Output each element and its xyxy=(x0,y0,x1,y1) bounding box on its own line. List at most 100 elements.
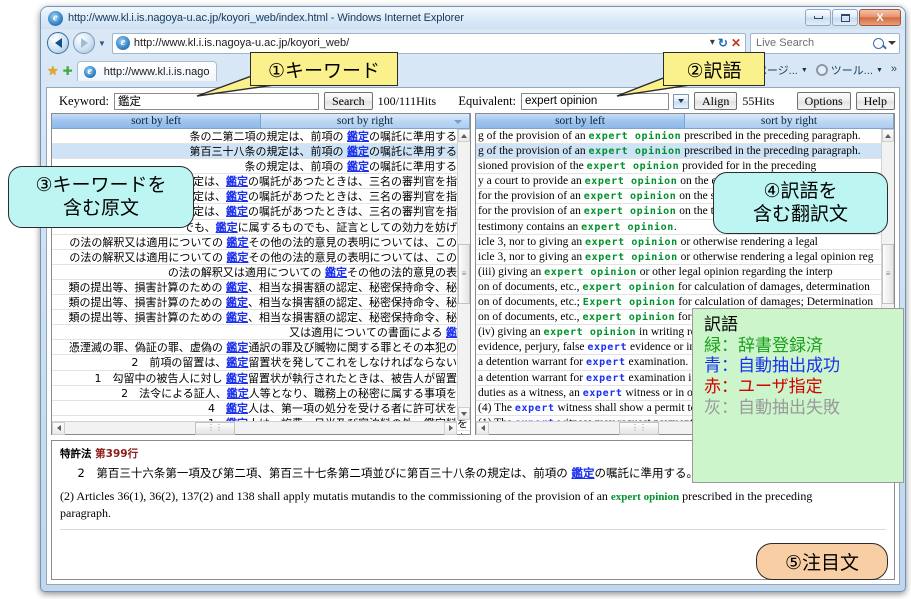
table-row[interactable]: 第百三十八条の規定は、前項の 鑑定の嘱託に準用する。 xyxy=(52,144,470,160)
equivalent-input[interactable]: expert opinion xyxy=(521,92,670,110)
callout-4-translation-text: ④訳語を 含む翻訳文 xyxy=(713,172,888,234)
scroll-up-icon[interactable] xyxy=(882,129,894,142)
scroll-left-icon[interactable] xyxy=(52,421,65,435)
table-row[interactable]: (iii) giving an expert opinion or other … xyxy=(476,265,894,280)
site-icon xyxy=(115,36,130,50)
table-row[interactable]: g of the provision of an expert opinion … xyxy=(476,144,894,160)
gear-icon xyxy=(815,64,828,76)
tab-title: http://www.kl.i.is.nago xyxy=(103,65,210,78)
table-row[interactable]: 又は適用についての書面による 鑑定 xyxy=(52,325,470,341)
live-search-box[interactable]: Live Search xyxy=(750,32,900,54)
source-vertical-scrollbar[interactable]: ≡ xyxy=(457,129,470,420)
sort-by-right-header[interactable]: sort by right xyxy=(261,114,470,129)
window-controls: X xyxy=(805,9,901,26)
options-button[interactable]: Options xyxy=(796,92,851,110)
detail-jp-post: の嘱託に準用する。 xyxy=(594,466,698,480)
search-input[interactable]: Live Search xyxy=(756,37,873,49)
address-bar[interactable]: http://www.kl.i.is.nagoya-u.ac.jp/koyori… xyxy=(111,32,746,54)
detail-translation-sentence: (2) Articles 36(1), 36(2), 137(2) and 13… xyxy=(60,488,840,521)
table-row[interactable]: 類の提出等、損害計算のための 鑑定、相当な損害額の認定、秘密保持命令、秘密 xyxy=(52,280,470,296)
table-row[interactable]: 4 鑑定人は、第一項の処分を受ける者に許可状を示 xyxy=(52,401,470,416)
equivalent-highlight: expert opinion xyxy=(544,266,637,278)
minimize-button[interactable] xyxy=(805,9,831,26)
callout-2-equivalent: ②訳語 xyxy=(663,52,765,86)
keyword-highlight: 鑑定 xyxy=(226,356,249,370)
search-provider-chevron-icon[interactable] xyxy=(888,41,896,45)
table-row[interactable]: icle 3, nor to giving an expert opinion … xyxy=(476,235,894,250)
source-horizontal-scrollbar[interactable]: ⋮⋮ xyxy=(52,421,457,435)
add-favorite-icon[interactable]: ✚ xyxy=(63,65,73,81)
legend-gray: 灰：自動抽出失敗 xyxy=(704,397,840,418)
equivalent-highlight: Expert opinion xyxy=(582,297,676,309)
sort-by-right-header[interactable]: sort by right xyxy=(685,114,894,129)
stop-icon[interactable]: ✕ xyxy=(731,36,741,50)
equivalent-label: Equivalent: xyxy=(458,93,517,108)
table-row[interactable]: 類の提出等、損害計算のための 鑑定、相当な損害額の認定、秘密保持命令、秘密 xyxy=(52,295,470,311)
equivalent-highlight: expert opinion xyxy=(586,161,680,173)
favorites-tab-row: ★ ✚ http://www.kl.i.is.nago ページ... ▼ ツール… xyxy=(41,57,905,81)
table-row[interactable]: 2 前項の留置は、鑑定留置状を発してこれをしなければならない。 xyxy=(52,355,470,371)
back-button[interactable] xyxy=(47,32,69,54)
equivalent-dropdown-chevron-icon[interactable] xyxy=(673,93,690,109)
h-scroll-thumb[interactable]: ⋮⋮ xyxy=(619,421,659,435)
keyword-highlight: 鑑定 xyxy=(226,341,249,355)
keyword-highlight: 鑑定 xyxy=(226,386,249,400)
address-dropdown-icon[interactable]: ▾ xyxy=(710,38,715,48)
target-pane-header: sort by left sort by right xyxy=(476,114,894,129)
table-row[interactable]: の法の解釈又は適用についての 鑑定その他の法的意見の表明については、この限 xyxy=(52,250,470,265)
forward-button[interactable] xyxy=(73,32,95,54)
table-row[interactable]: の法の解釈又は適用についての 鑑定その他の法的意見の表明については、この限 xyxy=(52,235,470,250)
keyword-value: 鑑定 xyxy=(118,94,141,108)
scroll-thumb[interactable]: ≡ xyxy=(458,244,470,304)
browser-tab[interactable]: http://www.kl.i.is.nago xyxy=(76,61,217,81)
legend-green: 緑：辞書登録済 xyxy=(704,335,823,356)
search-toolbar: Keyword: 鑑定 Search 100/111Hits Equivalen… xyxy=(47,88,899,112)
equivalent-highlight: expert opinion xyxy=(588,131,682,142)
scroll-thumb[interactable]: ≡ xyxy=(882,244,894,304)
scroll-right-icon[interactable] xyxy=(444,421,457,435)
keyword-highlight: 鑑定 xyxy=(226,401,248,415)
keyword-highlight: 鑑定 xyxy=(226,175,248,189)
help-button[interactable]: Help xyxy=(855,92,895,110)
equivalent-highlight: expert xyxy=(585,357,626,369)
keyword-highlight: 鑑定 xyxy=(226,235,249,249)
browser-window: http://www.kl.i.is.nagoya-u.ac.jp/koyori… xyxy=(40,6,906,592)
table-row[interactable]: on of documents, etc., expert opinion fo… xyxy=(476,280,894,296)
tools-menu-button[interactable]: ツール... ▼ xyxy=(815,62,883,78)
table-row[interactable]: icle 3, nor to giving an expert opinion … xyxy=(476,250,894,265)
maximize-button[interactable] xyxy=(832,9,858,26)
sort-by-left-header[interactable]: sort by left xyxy=(476,114,685,129)
scroll-up-icon[interactable] xyxy=(458,129,470,142)
table-row[interactable]: 1 勾留中の被告人に対し 鑑定留置状が執行されたときは、被告人が留置さ xyxy=(52,371,470,386)
detail-jp-keyword: 鑑定 xyxy=(571,466,595,480)
refresh-icon[interactable]: ↻ xyxy=(718,36,728,50)
detail-divider xyxy=(60,529,886,531)
keyword-highlight: 鑑定 xyxy=(226,250,249,264)
table-row[interactable]: の法の解釈又は適用についての 鑑定その他の法的意見の表明 xyxy=(52,265,470,280)
search-icon[interactable] xyxy=(873,37,884,49)
overflow-chevron-icon[interactable]: » xyxy=(891,63,897,78)
h-scroll-thumb[interactable]: ⋮⋮ xyxy=(195,421,235,435)
tools-menu-label: ツール... xyxy=(830,65,873,77)
favorites-icon[interactable]: ★ xyxy=(47,64,59,81)
scroll-left-icon[interactable] xyxy=(476,421,489,435)
sort-by-left-header[interactable]: sort by left xyxy=(52,114,261,129)
window-titlebar: http://www.kl.i.is.nagoya-u.ac.jp/koyori… xyxy=(41,7,905,29)
recent-pages-chevron-icon[interactable]: ▼ xyxy=(98,39,106,48)
align-button[interactable]: Align xyxy=(694,92,738,110)
scroll-down-icon[interactable] xyxy=(458,407,470,420)
keyword-input[interactable]: 鑑定 xyxy=(114,92,319,110)
table-row[interactable]: 2 法令による証人、鑑定人等となり、職務上の秘密に属する事項を発 xyxy=(52,386,470,401)
equivalent-highlight: expert xyxy=(582,387,623,399)
right-hits-count: 55Hits xyxy=(742,93,775,108)
table-row[interactable]: 憑湮滅の罪、偽証の罪、虚偽の 鑑定通訳の罪及び贓物に関する罪とその本犯の罪 xyxy=(52,340,470,356)
search-button[interactable]: Search xyxy=(324,92,373,110)
equivalent-highlight: expert xyxy=(585,372,626,384)
close-button[interactable]: X xyxy=(859,9,901,26)
callout-1-keyword: ①キーワード xyxy=(250,52,398,86)
equivalent-highlight: expert opinion xyxy=(581,221,674,233)
keyword-highlight: 鑑定 xyxy=(347,145,369,159)
table-row[interactable]: g of the provision of an expert opinion … xyxy=(476,129,894,145)
table-row[interactable]: 条の二第二項の規定は、前項の 鑑定の嘱託に準用する。 xyxy=(52,129,470,145)
table-row[interactable]: 類の提出等、損害計算のための 鑑定、相当な損害額の認定、秘密保持命令、秘密 xyxy=(52,310,470,326)
